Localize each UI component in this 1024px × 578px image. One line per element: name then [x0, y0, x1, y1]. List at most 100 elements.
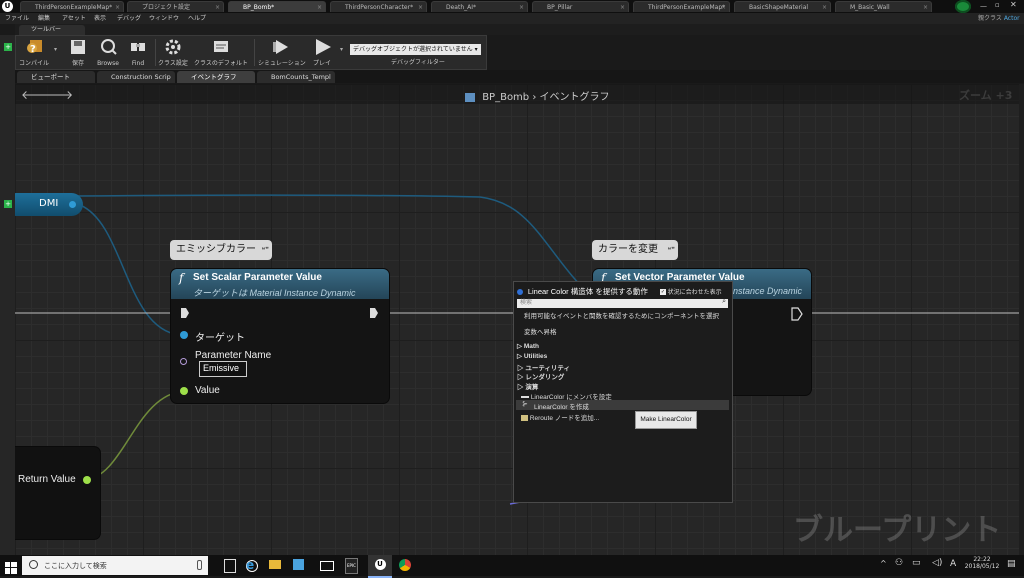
value-pin[interactable] — [180, 387, 188, 395]
close-icon[interactable]: × — [519, 2, 524, 12]
context-sensitive-label: 状況に合わせた表示 — [667, 290, 722, 296]
tab-viewport[interactable]: ビューポート — [17, 71, 95, 83]
menu-file[interactable]: ファイル — [5, 13, 29, 24]
doc-tab-4[interactable]: Death_AI* × — [431, 1, 528, 12]
add-icon[interactable]: + — [4, 43, 12, 51]
doc-tab-8[interactable]: M_Basic_Wall × — [835, 1, 932, 12]
class-defaults-button[interactable]: クラスのデフォルト — [192, 38, 250, 67]
exec-out-pin[interactable] — [791, 307, 803, 321]
browse-button[interactable]: Browse — [94, 38, 122, 67]
return-value-pin[interactable] — [83, 476, 91, 484]
close-icon[interactable]: × — [620, 2, 625, 12]
simulation-button[interactable]: シミュレーション — [258, 38, 306, 67]
doc-tab-7[interactable]: BasicShapeMaterial × — [734, 1, 831, 12]
dmi-variable-node[interactable]: DMI — [15, 193, 83, 216]
save-button[interactable]: 保存 — [64, 38, 92, 67]
add-reroute-item[interactable]: Reroute ノードを追加... — [521, 412, 599, 422]
mail-icon[interactable] — [320, 561, 334, 571]
close-icon[interactable]: × — [215, 2, 220, 12]
dmi-output-pin[interactable] — [69, 201, 76, 208]
defaults-icon — [214, 41, 228, 52]
toolbar-tab[interactable]: ツールバー — [19, 25, 85, 35]
simulate-icon — [273, 40, 288, 54]
doc-tab-2[interactable]: BP_Bomb* × — [228, 1, 326, 12]
close-icon[interactable]: × — [822, 2, 827, 12]
epic-launcher-icon[interactable]: EPIC — [345, 558, 358, 574]
store-icon[interactable] — [293, 559, 304, 570]
find-button[interactable]: Find — [124, 38, 152, 67]
chevron-down-icon[interactable]: ▾ — [54, 46, 57, 53]
minimize-button[interactable]: — — [980, 2, 987, 10]
taskbar-search-input[interactable]: ここに入力して検索 — [22, 556, 208, 575]
play-label: プレイ — [312, 60, 331, 67]
category-math[interactable]: ▷ Math — [517, 342, 539, 350]
comment-bubble-icon[interactable]: ❝❞ — [667, 241, 675, 261]
notifications-icon[interactable]: ▤ — [1007, 559, 1016, 569]
play-button[interactable]: プレイ — [308, 38, 336, 67]
doc-tab-0[interactable]: ThirdPersonExampleMap* × — [20, 1, 124, 12]
people-icon[interactable]: ⚇ — [895, 558, 903, 568]
parameter-name-input[interactable]: Emissive — [199, 361, 247, 377]
set-scalar-node[interactable]: f Set Scalar Parameter Value ターゲットは Mate… — [171, 269, 389, 403]
parameter-name-pin[interactable] — [180, 358, 187, 365]
clock[interactable]: 22:22 2018/05/12 — [962, 556, 1002, 570]
network-icon[interactable]: ▭ — [912, 558, 921, 568]
menu-help[interactable]: ヘルプ — [188, 13, 206, 24]
chrome-icon[interactable] — [399, 559, 411, 571]
category-rendering[interactable]: ▷ レンダリング — [517, 371, 564, 381]
class-settings-button[interactable]: クラス設定 — [157, 38, 189, 67]
close-icon[interactable]: × — [923, 2, 928, 12]
menu-view[interactable]: 表示 — [94, 13, 106, 24]
category-operators[interactable]: ▷ 演算 — [517, 381, 538, 391]
comment-emissive[interactable]: エミッシブカラー ❝❞ — [170, 240, 272, 260]
menu-window[interactable]: ウィンドウ — [149, 13, 179, 24]
close-window-button[interactable]: ✕ — [1010, 0, 1017, 9]
target-pin[interactable] — [180, 331, 188, 339]
tab-bomcounts[interactable]: BomCounts_Templ — [257, 71, 335, 83]
close-icon[interactable]: × — [721, 2, 726, 12]
toolbar-divider — [254, 39, 255, 66]
compile-button[interactable]: ? コンパイル — [18, 38, 50, 67]
exec-out-pin[interactable] — [369, 307, 379, 319]
return-node[interactable]: Return Value — [15, 447, 100, 539]
unreal-editor-taskbar-icon[interactable]: U — [368, 555, 392, 578]
file-explorer-icon[interactable] — [269, 560, 281, 569]
add-icon[interactable]: + — [4, 200, 12, 208]
task-view-icon[interactable] — [224, 559, 236, 573]
close-icon[interactable]: × — [317, 2, 322, 12]
exec-in-pin[interactable] — [180, 307, 190, 319]
volume-icon[interactable]: ◁) — [932, 558, 942, 568]
menu-edit[interactable]: 編集 — [38, 13, 50, 24]
tab-construction-script[interactable]: Construction Scrip — [97, 71, 175, 83]
checkbox-checked-icon[interactable]: ✓ — [660, 289, 666, 296]
set-scalar-title: Set Scalar Parameter Value — [193, 272, 322, 283]
tab-event-graph[interactable]: イベントグラフ — [177, 71, 255, 83]
menu-debug[interactable]: デバッグ — [117, 13, 141, 24]
doc-tab-6[interactable]: ThirdPersonExampleMap* × — [633, 1, 730, 12]
doc-tab-1[interactable]: プロジェクト設定 × — [127, 1, 224, 12]
taskbar-search-placeholder: ここに入力して検索 — [44, 562, 107, 570]
debug-object-select[interactable]: デバッグオブジェクトが選択されていません ▾ — [350, 44, 481, 55]
comment-change-color[interactable]: カラーを変更 ❝❞ — [592, 240, 678, 260]
make-linear-color-item[interactable]: ⊱ LinearColor を作成 — [516, 400, 729, 411]
doc-tab-3[interactable]: ThirdPersonCharacter* × — [330, 1, 427, 12]
maximize-button[interactable]: ▫ — [995, 1, 1000, 9]
microphone-icon[interactable] — [197, 560, 202, 570]
doc-tab-5[interactable]: BP_Pillar × — [532, 1, 629, 12]
tray-chevron-icon[interactable]: ^ — [880, 559, 887, 568]
edge-icon[interactable]: e — [246, 558, 254, 572]
close-icon[interactable]: × — [418, 2, 423, 12]
graph-scrollbar[interactable] — [1019, 84, 1024, 555]
category-utilities[interactable]: ▷ Utilities — [517, 352, 547, 360]
start-button[interactable] — [5, 559, 17, 574]
ime-indicator[interactable]: A — [950, 559, 956, 569]
source-control-icon[interactable] — [955, 0, 971, 13]
toolbar-divider — [155, 39, 156, 66]
context-sensitive-toggle[interactable]: ✓ 状況に合わせた表示 — [660, 287, 722, 296]
promote-to-variable[interactable]: 変数へ昇格 — [524, 326, 557, 336]
menu-asset[interactable]: アセット — [62, 13, 86, 24]
close-icon[interactable]: × — [115, 2, 120, 12]
action-search-input[interactable]: 検索 ⌕ — [517, 298, 728, 308]
chevron-down-icon[interactable]: ▾ — [340, 46, 343, 53]
comment-bubble-icon[interactable]: ❝❞ — [261, 241, 269, 261]
